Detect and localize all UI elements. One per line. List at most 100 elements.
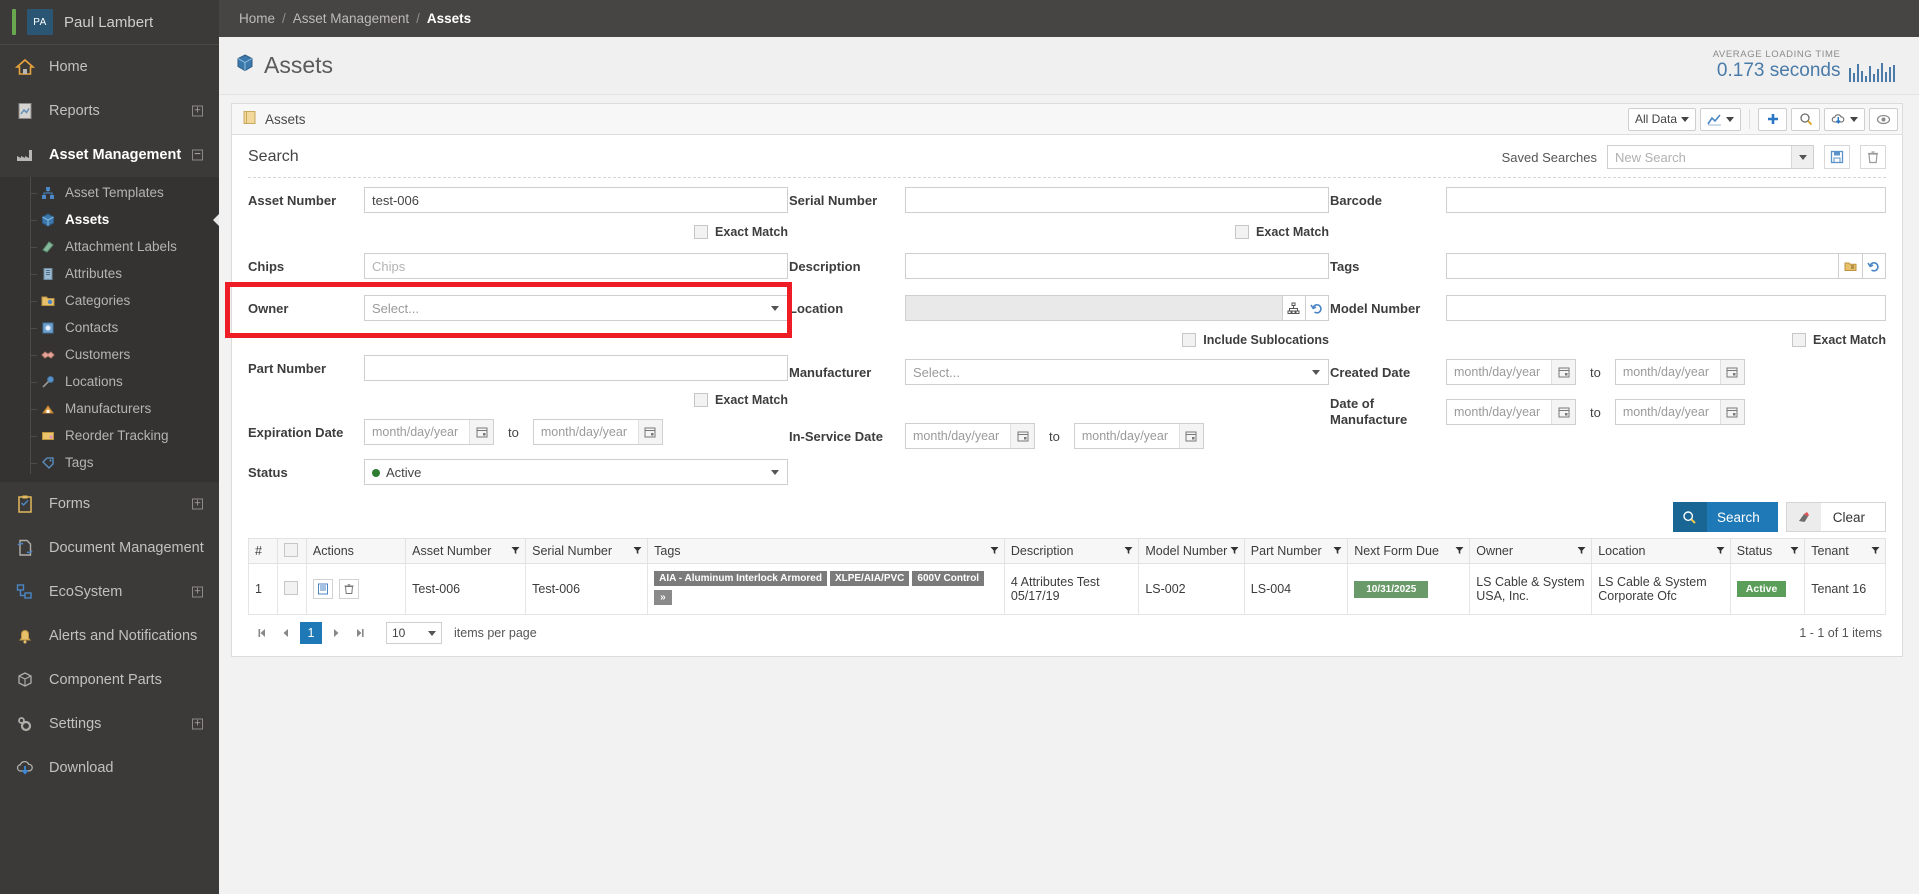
created-date-from[interactable]: month/day/year [1446, 359, 1576, 385]
calendar-icon[interactable] [1551, 360, 1575, 384]
calendar-icon[interactable] [1719, 400, 1744, 424]
calendar-icon[interactable] [637, 420, 662, 444]
row-checkbox[interactable] [283, 580, 298, 595]
calendar-icon[interactable] [469, 420, 493, 444]
last-page-button[interactable] [350, 623, 370, 643]
filter-icon[interactable] [1577, 544, 1586, 558]
sidebar-item-reports[interactable]: Reports + [0, 89, 219, 133]
column-header-serial-number[interactable]: Serial Number [525, 538, 649, 564]
export-dropdown-button[interactable] [1824, 107, 1865, 131]
chips-input[interactable] [364, 253, 788, 279]
serial-number-input[interactable] [905, 187, 1329, 213]
date-of-manufacture-to[interactable]: month/day/year [1614, 399, 1745, 425]
barcode-input[interactable] [1446, 187, 1886, 213]
filter-icon[interactable] [1871, 544, 1880, 558]
tag-chip[interactable]: XLPE/AIA/PVC [829, 571, 910, 586]
search-toggle-button[interactable] [1791, 107, 1820, 131]
location-tree-button[interactable] [1282, 295, 1306, 321]
sidebar-item-attributes[interactable]: Attributes [0, 260, 219, 287]
column-header-select[interactable] [276, 538, 307, 564]
location-reset-button[interactable] [1305, 295, 1329, 321]
sidebar-item-categories[interactable]: Categories [0, 287, 219, 314]
sidebar-item-component-parts[interactable]: Component Parts [0, 658, 219, 702]
calendar-icon[interactable] [1719, 360, 1744, 384]
prev-page-button[interactable] [276, 623, 296, 643]
expand-icon[interactable]: + [192, 498, 203, 510]
sidebar-item-asset-templates[interactable]: Asset Templates [0, 179, 219, 206]
filter-icon[interactable] [990, 544, 999, 558]
column-header-index[interactable]: # [248, 538, 278, 564]
filter-icon[interactable] [633, 544, 642, 558]
breadcrumb-asset-management[interactable]: Asset Management [293, 11, 409, 26]
owner-select[interactable]: Select... [364, 295, 788, 321]
expand-icon[interactable]: + [192, 586, 203, 598]
chevron-down-icon[interactable] [1791, 146, 1813, 168]
checkbox[interactable] [694, 393, 709, 407]
location-input[interactable] [905, 295, 1283, 321]
save-search-button[interactable] [1824, 145, 1850, 169]
expiration-date-to[interactable]: month/day/year [532, 419, 663, 445]
manufacturer-select[interactable]: Select... [905, 359, 1329, 385]
search-button[interactable]: Search [1672, 502, 1778, 532]
sidebar-item-contacts[interactable]: Contacts [0, 314, 219, 341]
filter-icon[interactable] [1716, 544, 1725, 558]
column-header-description[interactable]: Description [1003, 538, 1140, 564]
calendar-icon[interactable] [1551, 400, 1575, 424]
sidebar-item-document-management[interactable]: Document Management [0, 526, 219, 570]
edit-row-button[interactable] [312, 579, 333, 599]
chart-dropdown-button[interactable] [1700, 107, 1741, 131]
sidebar-item-locations[interactable]: Locations [0, 368, 219, 395]
in-service-date-to[interactable]: month/day/year [1073, 423, 1204, 449]
next-page-button[interactable] [326, 623, 346, 643]
part-number-input[interactable] [364, 355, 788, 381]
date-of-manufacture-from[interactable]: month/day/year [1446, 399, 1576, 425]
tag-chip[interactable]: 600V Control [912, 571, 985, 586]
column-header-next-form-due[interactable]: Next Form Due [1347, 538, 1471, 564]
sidebar-item-ecosystem[interactable]: EcoSystem + [0, 570, 219, 614]
column-header-status[interactable]: Status [1729, 538, 1806, 564]
column-header-tenant[interactable]: Tenant [1804, 538, 1886, 564]
saved-searches-select[interactable]: New Search [1607, 145, 1814, 169]
expand-icon[interactable]: + [192, 718, 203, 730]
tags-more-button[interactable]: » [654, 590, 672, 605]
sidebar-item-forms[interactable]: Forms + [0, 482, 219, 526]
checkbox[interactable] [1235, 225, 1250, 239]
asset-number-input[interactable] [364, 187, 788, 213]
sidebar-item-alerts-and-notifications[interactable]: Alerts and Notifications [0, 614, 219, 658]
page-number[interactable]: 1 [300, 622, 322, 644]
filter-icon[interactable] [1333, 544, 1342, 558]
sidebar-item-download[interactable]: Download [0, 746, 219, 790]
cell-select[interactable] [276, 563, 307, 615]
created-date-to[interactable]: month/day/year [1614, 359, 1745, 385]
filter-icon[interactable] [1124, 544, 1133, 558]
column-header-location[interactable]: Location [1591, 538, 1731, 564]
sidebar-item-asset-management[interactable]: Asset Management − [0, 133, 219, 177]
asset-number-exact-match[interactable]: Exact Match [248, 220, 788, 244]
sidebar-item-home[interactable]: Home [0, 45, 219, 89]
filter-icon[interactable] [1230, 544, 1239, 558]
user-profile[interactable]: PA Paul Lambert [0, 0, 219, 45]
filter-icon[interactable] [511, 544, 520, 558]
first-page-button[interactable] [252, 623, 272, 643]
status-select[interactable]: Active [364, 459, 788, 485]
calendar-icon[interactable] [1010, 424, 1034, 448]
include-sublocations[interactable]: Include Sublocations [789, 328, 1329, 352]
column-header-model-number[interactable]: Model Number [1138, 538, 1245, 564]
filter-icon[interactable] [1455, 544, 1464, 558]
select-all-checkbox[interactable] [283, 542, 298, 557]
checkbox[interactable] [694, 225, 709, 239]
delete-row-button[interactable] [338, 579, 359, 599]
in-service-date-from[interactable]: month/day/year [905, 423, 1035, 449]
column-header-tags[interactable]: Tags [647, 538, 1005, 564]
sidebar-item-assets[interactable]: Assets [0, 206, 219, 233]
tags-picker-button[interactable] [1839, 253, 1863, 279]
sidebar-item-customers[interactable]: Customers [0, 341, 219, 368]
checkbox[interactable] [1182, 333, 1197, 347]
sidebar-item-settings[interactable]: Settings + [0, 702, 219, 746]
column-header-actions[interactable]: Actions [305, 538, 407, 564]
tag-chip[interactable]: AIA - Aluminum Interlock Armored [654, 571, 827, 586]
expiration-date-from[interactable]: month/day/year [364, 419, 494, 445]
all-data-dropdown[interactable]: All Data [1627, 107, 1696, 131]
items-per-page-select[interactable]: 10 [386, 622, 442, 644]
calendar-icon[interactable] [1178, 424, 1203, 448]
